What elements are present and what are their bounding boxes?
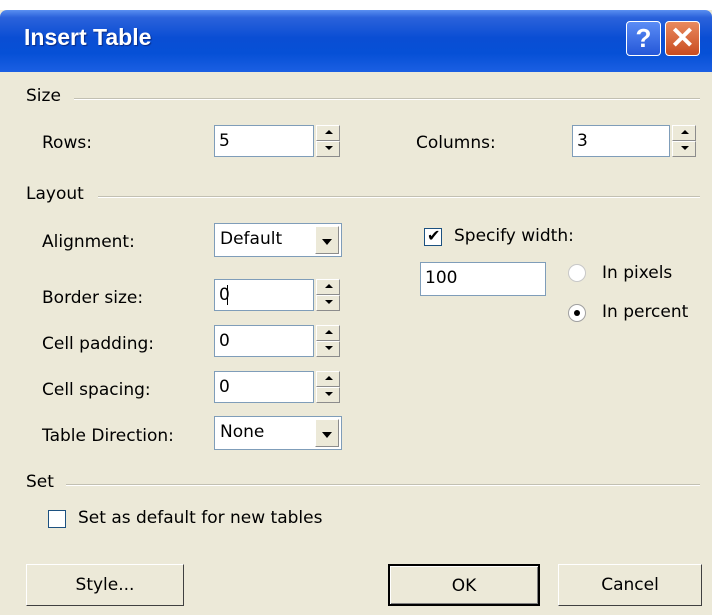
columns-down-arrow-icon[interactable]: [672, 141, 696, 157]
border-up-arrow-icon[interactable]: [316, 279, 340, 295]
alignment-select[interactable]: Default: [214, 223, 342, 257]
cell-spacing-spinner[interactable]: [316, 371, 340, 403]
title-bar[interactable]: Insert Table ? ✕: [0, 10, 712, 72]
specify-width-checkbox[interactable]: ✔: [424, 226, 442, 246]
rows-up-arrow-icon[interactable]: [316, 125, 340, 141]
set-group-label: Set: [26, 472, 54, 492]
insert-table-dialog: Insert Table ? ✕ Size Rows: 5 Columns: 3…: [0, 10, 712, 615]
style-button[interactable]: Style...: [26, 564, 184, 606]
close-icon: ✕: [669, 22, 696, 55]
border-size-input[interactable]: 0: [214, 279, 314, 311]
padding-up-arrow-icon[interactable]: [316, 325, 340, 341]
spacing-up-arrow-icon[interactable]: [316, 371, 340, 387]
help-button[interactable]: ?: [626, 21, 661, 56]
cell-spacing-input[interactable]: 0: [214, 371, 314, 403]
size-divider: [74, 98, 700, 100]
layout-divider: [98, 196, 700, 198]
columns-spinner[interactable]: [672, 125, 696, 157]
cell-spacing-label: Cell spacing:: [42, 380, 151, 400]
table-direction-value: None: [220, 422, 265, 442]
rows-input[interactable]: 5: [214, 125, 314, 157]
width-input[interactable]: 100: [420, 262, 546, 296]
set-default-label: Set as default for new tables: [78, 508, 323, 528]
checkmark-icon: ✔: [427, 226, 441, 245]
columns-label: Columns:: [416, 133, 496, 153]
direction-dropdown-arrow-icon[interactable]: [315, 419, 339, 447]
border-down-arrow-icon[interactable]: [316, 295, 340, 311]
border-size-value: 0: [219, 285, 230, 305]
alignment-dropdown-arrow-icon[interactable]: [315, 226, 339, 254]
cell-padding-spinner[interactable]: [316, 325, 340, 357]
dialog-title: Insert Table: [24, 24, 152, 50]
table-direction-select[interactable]: None: [214, 416, 342, 450]
spacing-down-arrow-icon[interactable]: [316, 387, 340, 403]
border-size-label: Border size:: [42, 288, 144, 308]
cell-padding-input[interactable]: 0: [214, 325, 314, 357]
cancel-button[interactable]: Cancel: [558, 564, 702, 606]
help-icon: ?: [635, 23, 652, 53]
border-size-spinner[interactable]: [316, 279, 340, 311]
size-group-label: Size: [26, 86, 61, 106]
text-cursor: [227, 285, 228, 305]
padding-down-arrow-icon[interactable]: [316, 341, 340, 357]
cell-padding-label: Cell padding:: [42, 334, 154, 354]
alignment-label: Alignment:: [42, 232, 135, 252]
table-direction-label: Table Direction:: [42, 426, 174, 446]
in-percent-radio[interactable]: [568, 304, 586, 322]
close-button[interactable]: ✕: [665, 21, 700, 56]
columns-input[interactable]: 3: [572, 125, 670, 157]
rows-label: Rows:: [42, 133, 92, 153]
set-default-checkbox[interactable]: [48, 510, 66, 528]
rows-spinner[interactable]: [316, 125, 340, 157]
ok-button[interactable]: OK: [388, 564, 540, 606]
alignment-value: Default: [220, 229, 283, 249]
in-pixels-radio[interactable]: [568, 264, 586, 282]
in-percent-label: In percent: [602, 302, 689, 322]
rows-down-arrow-icon[interactable]: [316, 141, 340, 157]
layout-group-label: Layout: [26, 184, 84, 204]
columns-up-arrow-icon[interactable]: [672, 125, 696, 141]
set-divider: [66, 484, 700, 486]
specify-width-label: Specify width:: [454, 226, 574, 246]
in-pixels-label: In pixels: [602, 263, 673, 283]
